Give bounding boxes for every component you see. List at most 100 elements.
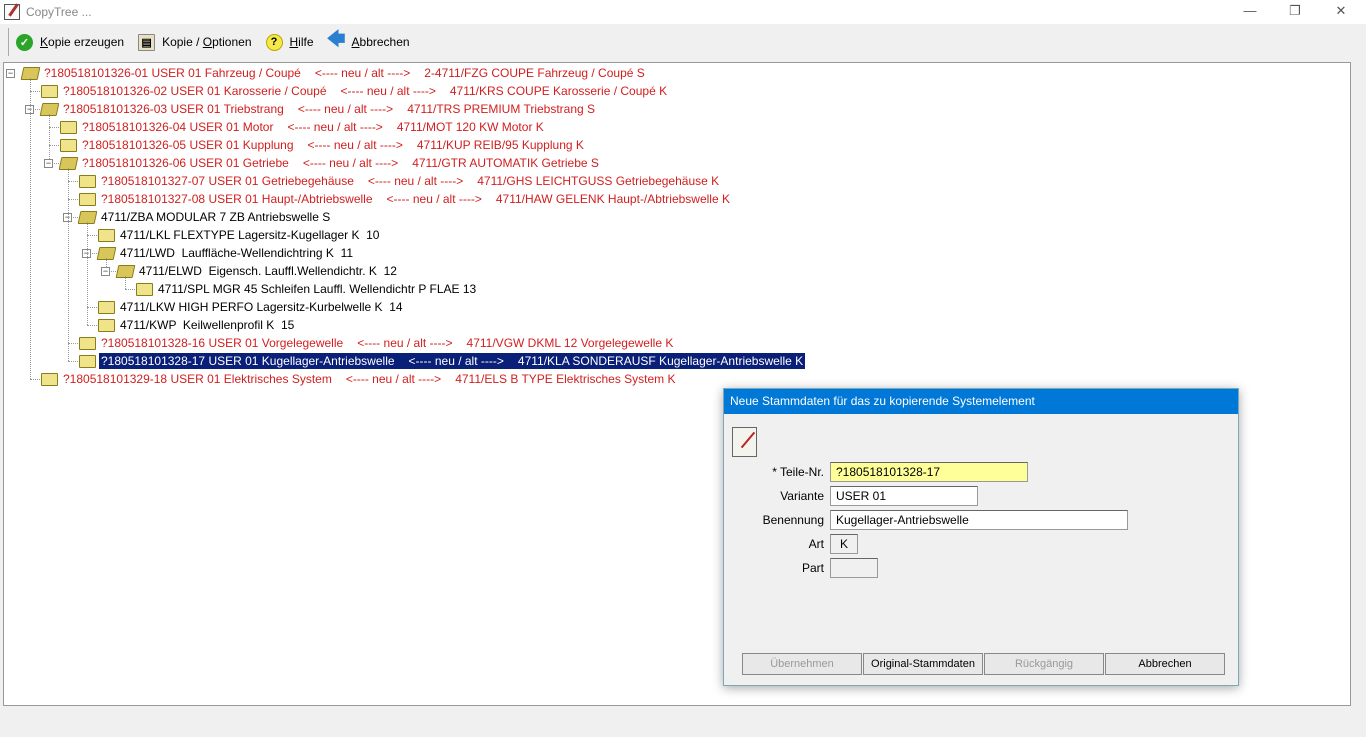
- tree-item[interactable]: ?180518101328-17 USER 01 Kugellager-Antr…: [79, 352, 807, 370]
- tree-item-label: 4711/SPL MGR 45 Schleifen Lauffl. Wellen…: [156, 281, 478, 297]
- tree-connector: [49, 127, 59, 128]
- new-old-separator: <---- neu / alt ---->: [307, 138, 403, 152]
- tree-item[interactable]: 4711/KWP Keilwellenprofil K 15: [98, 316, 296, 334]
- help-button[interactable]: ? Hilfe: [265, 33, 314, 51]
- collapse-toggle[interactable]: −: [6, 69, 15, 78]
- back-arrow-icon: 🡄: [326, 29, 346, 49]
- new-old-separator: <---- neu / alt ---->: [340, 84, 436, 98]
- folder-icon: [60, 138, 77, 152]
- tree-item[interactable]: ?180518101326-01 USER 01 Fahrzeug / Coup…: [20, 64, 647, 82]
- tree-item-label: ?180518101326-01 USER 01 Fahrzeug / Coup…: [42, 65, 647, 81]
- options-icon: ▤: [138, 33, 156, 51]
- new-old-separator: <---- neu / alt ---->: [314, 66, 411, 80]
- art-label: Art: [808, 537, 824, 551]
- toolbar-grip[interactable]: [8, 28, 10, 56]
- new-old-separator: <---- neu / alt ---->: [287, 120, 383, 134]
- new-part-number: 4711/LWD Lauffläche-Wellendichtring K 11: [120, 246, 354, 260]
- tree-item[interactable]: ?180518101326-02 USER 01 Karosserie / Co…: [41, 82, 669, 100]
- new-part-number: 4711/LKW HIGH PERFO Lagersitz-Kurbelwell…: [120, 300, 403, 314]
- new-part-number: ?180518101326-05 USER 01 Kupplung: [82, 138, 294, 152]
- part-label: Part: [801, 561, 824, 575]
- variante-input[interactable]: USER 01: [830, 486, 978, 506]
- master-data-dialog: Neue Stammdaten für das zu kopierende Sy…: [723, 388, 1239, 686]
- create-copy-label: Kopie erzeugen: [40, 35, 125, 49]
- tree-connector: [68, 181, 78, 182]
- tree-connector: [87, 307, 97, 308]
- tree-item[interactable]: ?180518101327-08 USER 01 Haupt-/Abtriebs…: [79, 190, 732, 208]
- tree-item[interactable]: 4711/LWD Lauffläche-Wellendichtring K 11: [96, 244, 355, 262]
- new-part-number: 4711/LKL FLEXTYPE Lagersitz-Kugellager K…: [120, 228, 380, 242]
- old-part-number: 4711/TRS PREMIUM Triebstrang S: [407, 102, 596, 116]
- folder-icon: [60, 120, 77, 134]
- new-old-separator: <---- neu / alt ---->: [297, 102, 394, 116]
- restore-button[interactable]: ❐: [1272, 0, 1318, 24]
- notepad-edit-icon: [732, 427, 757, 457]
- tree-item[interactable]: ?180518101326-03 USER 01 Triebstrang <---…: [39, 100, 597, 118]
- folder-icon: [79, 174, 96, 188]
- folder-icon: [79, 354, 96, 368]
- benennung-input[interactable]: Kugellager-Antriebswelle: [830, 510, 1128, 530]
- tree-item[interactable]: ?180518101328-16 USER 01 Vorgelegewelle <…: [79, 334, 675, 352]
- minimize-button[interactable]: —: [1227, 0, 1273, 24]
- new-part-number: ?180518101328-17 USER 01 Kugellager-Antr…: [101, 354, 395, 368]
- cancel-label: Abbrechen: [351, 35, 410, 49]
- tree-item[interactable]: 4711/LKL FLEXTYPE Lagersitz-Kugellager K…: [98, 226, 381, 244]
- new-part-number: ?180518101326-04 USER 01 Motor: [82, 120, 274, 134]
- new-part-number: 4711/SPL MGR 45 Schleifen Lauffl. Wellen…: [158, 282, 477, 296]
- tree-item-label: ?180518101326-05 USER 01 Kupplung <---- n…: [80, 137, 586, 153]
- create-copy-button[interactable]: ✓ Kopie erzeugen: [16, 33, 125, 51]
- folder-icon: [136, 282, 153, 296]
- tree-item[interactable]: ?180518101327-07 USER 01 Getriebegehäuse…: [79, 172, 721, 190]
- tree-item[interactable]: 4711/ZBA MODULAR 7 ZB Antriebswelle S: [77, 208, 332, 226]
- new-part-number: ?180518101326-01 USER 01 Fahrzeug / Coup…: [44, 66, 301, 80]
- copy-options-button[interactable]: ▤ Kopie / Optionen: [138, 33, 252, 51]
- tree-item[interactable]: 4711/SPL MGR 45 Schleifen Lauffl. Wellen…: [136, 280, 478, 298]
- teile-nr-input[interactable]: ?180518101328-17: [830, 462, 1028, 482]
- new-part-number: ?180518101326-03 USER 01 Triebstrang: [63, 102, 284, 116]
- tree-connector: [87, 222, 88, 325]
- folder-icon: [98, 300, 115, 314]
- folder-icon: [79, 336, 96, 350]
- help-icon: ?: [265, 33, 283, 51]
- dialog-cancel-button[interactable]: Abbrechen: [1105, 653, 1225, 675]
- cancel-button[interactable]: 🡄 Abbrechen: [326, 29, 410, 51]
- new-part-number: ?180518101328-16 USER 01 Vorgelegewelle: [101, 336, 344, 350]
- undo-button[interactable]: Rückgängig: [984, 653, 1104, 675]
- new-part-number: 4711/ELWD Eigensch. Lauffl.Wellendichtr.…: [139, 264, 397, 278]
- tree-connector: [87, 325, 97, 326]
- new-part-number: 4711/ZBA MODULAR 7 ZB Antriebswelle S: [101, 210, 331, 224]
- apply-button[interactable]: Übernehmen: [742, 653, 862, 675]
- tree-item[interactable]: 4711/ELWD Eigensch. Lauffl.Wellendichtr.…: [115, 262, 399, 280]
- dialog-title: Neue Stammdaten für das zu kopierende Sy…: [724, 389, 1238, 414]
- tree-item-label: ?180518101329-18 USER 01 Elektrisches Sy…: [61, 371, 678, 387]
- tree-connector: [30, 78, 31, 379]
- tree-connector: [49, 114, 50, 163]
- tree-connector: [49, 145, 59, 146]
- folder-icon: [41, 84, 58, 98]
- tree-item-label: ?180518101328-16 USER 01 Vorgelegewelle <…: [99, 335, 675, 351]
- new-part-number: 4711/KWP Keilwellenprofil K 15: [120, 318, 295, 332]
- collapse-toggle[interactable]: −: [101, 267, 110, 276]
- toolbar: ✓ Kopie erzeugen ▤ Kopie / Optionen ? Hilfe…: [0, 24, 1366, 60]
- window-title: CopyTree ...: [26, 5, 92, 19]
- tree-item[interactable]: 4711/LKW HIGH PERFO Lagersitz-Kurbelwell…: [98, 298, 405, 316]
- tree-connector: [68, 168, 69, 361]
- old-part-number: 4711/KLA SONDERAUSF Kugellager-Antriebsw…: [517, 354, 804, 368]
- tree-item[interactable]: ?180518101326-05 USER 01 Kupplung <---- n…: [60, 136, 586, 154]
- close-button[interactable]: ✕: [1318, 0, 1364, 24]
- tree-item[interactable]: ?180518101326-04 USER 01 Motor <---- neu …: [60, 118, 546, 136]
- collapse-toggle[interactable]: −: [44, 159, 53, 168]
- original-master-data-button[interactable]: Original-Stammdaten: [863, 653, 983, 675]
- benennung-label: Benennung: [762, 513, 824, 527]
- new-old-separator: <---- neu / alt ---->: [345, 372, 442, 386]
- new-old-separator: <---- neu / alt ---->: [302, 156, 399, 170]
- tree-item-label: ?180518101328-17 USER 01 Kugellager-Antr…: [97, 352, 807, 370]
- copy-options-label: Kopie / Optionen: [162, 35, 252, 49]
- tree-item[interactable]: ?180518101326-06 USER 01 Getriebe <---- n…: [58, 154, 601, 172]
- tree-item[interactable]: ?180518101329-18 USER 01 Elektrisches Sy…: [41, 370, 678, 388]
- teile-nr-label: * Teile-Nr.: [772, 465, 824, 479]
- old-part-number: 4711/VGW DKML 12 Vorgelegewelle K: [466, 336, 674, 350]
- folder-icon: [98, 318, 115, 332]
- tree-connector: [30, 91, 40, 92]
- tree-connector: [68, 343, 78, 344]
